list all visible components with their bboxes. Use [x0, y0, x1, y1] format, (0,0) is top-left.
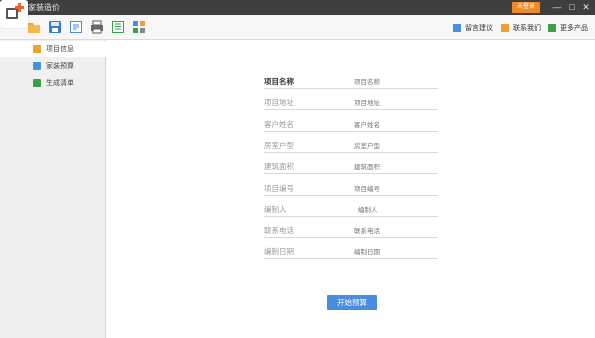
feedback-label: 留言建议	[465, 25, 493, 32]
phone-input[interactable]	[354, 226, 436, 236]
field-label: 房室户型	[264, 141, 294, 150]
maximize-button[interactable]: □	[566, 1, 578, 13]
print-icon[interactable]	[90, 20, 104, 34]
app-window: 家装造价 未登录 — □ ✕ 留言建议 联系我们 更多产品 项目信息 家装预算 …	[0, 0, 595, 338]
list-icon[interactable]	[111, 20, 125, 34]
start-budget-button[interactable]: 开始预算	[327, 295, 377, 310]
generate-list-icon	[33, 79, 41, 87]
form-row-compiler: 编制人	[264, 201, 440, 217]
export-icon[interactable]	[69, 20, 83, 34]
room-type-input[interactable]	[354, 141, 436, 151]
login-button[interactable]: 未登录	[512, 2, 540, 13]
window-title: 家装造价	[28, 3, 60, 12]
field-label: 项目名称	[264, 77, 294, 86]
form-row-customer-name: 客户姓名	[264, 116, 438, 132]
budget-icon	[33, 62, 41, 70]
message-icon	[453, 24, 461, 32]
form-row-project-name: 项目名称	[264, 73, 438, 89]
grid-icon[interactable]	[132, 20, 146, 34]
mail-icon	[501, 24, 509, 32]
project-number-input[interactable]	[354, 184, 436, 194]
close-button[interactable]: ✕	[580, 1, 592, 13]
project-info-icon	[33, 45, 41, 53]
form-row-room-type: 房室户型	[264, 137, 438, 153]
toolbar: 留言建议 联系我们 更多产品	[0, 15, 595, 40]
minimize-button[interactable]: —	[551, 1, 563, 13]
contact-label: 联系我们	[513, 25, 541, 32]
project-name-input[interactable]	[354, 77, 436, 87]
sidebar-item-project-info[interactable]: 项目信息	[0, 41, 106, 57]
sidebar-item-label: 家装预算	[46, 63, 74, 70]
contact-link[interactable]: 联系我们	[501, 23, 541, 33]
compile-date-input[interactable]	[354, 247, 436, 257]
sidebar: 项目信息 家装预算 生成清单	[0, 40, 106, 338]
customer-name-input[interactable]	[354, 120, 436, 130]
feedback-link[interactable]: 留言建议	[453, 23, 493, 33]
folder-icon[interactable]	[27, 20, 41, 34]
field-label: 项目地址	[264, 98, 294, 107]
save-icon[interactable]	[48, 20, 62, 34]
more-products-link[interactable]: 更多产品	[548, 23, 588, 33]
form-row-phone: 联系电话	[264, 222, 438, 238]
form-row-project-number: 项目编号	[264, 180, 438, 196]
bookmark-icon	[548, 24, 556, 32]
field-label: 项目编号	[264, 184, 294, 193]
more-products-label: 更多产品	[560, 25, 588, 32]
sidebar-item-label: 项目信息	[46, 46, 74, 53]
field-label: 编制人	[264, 205, 287, 214]
sidebar-item-label: 生成清单	[46, 80, 74, 87]
field-label: 编制日期	[264, 247, 294, 256]
sidebar-item-budget[interactable]: 家装预算	[0, 58, 106, 74]
project-address-input[interactable]	[354, 98, 436, 108]
field-label: 客户姓名	[264, 120, 294, 129]
app-logo-icon	[0, 0, 28, 28]
form-row-building-area: 建筑面积	[264, 158, 438, 174]
field-label: 联系电话	[264, 226, 294, 235]
compiler-input[interactable]	[358, 205, 440, 215]
field-label: 建筑面积	[264, 162, 294, 171]
form-row-project-address: 项目地址	[264, 94, 438, 110]
sidebar-item-generate-list[interactable]: 生成清单	[0, 75, 106, 91]
title-bar: 家装造价 未登录 — □ ✕	[0, 0, 595, 15]
form-row-compile-date: 编制日期	[264, 243, 438, 259]
building-area-input[interactable]	[354, 162, 436, 172]
